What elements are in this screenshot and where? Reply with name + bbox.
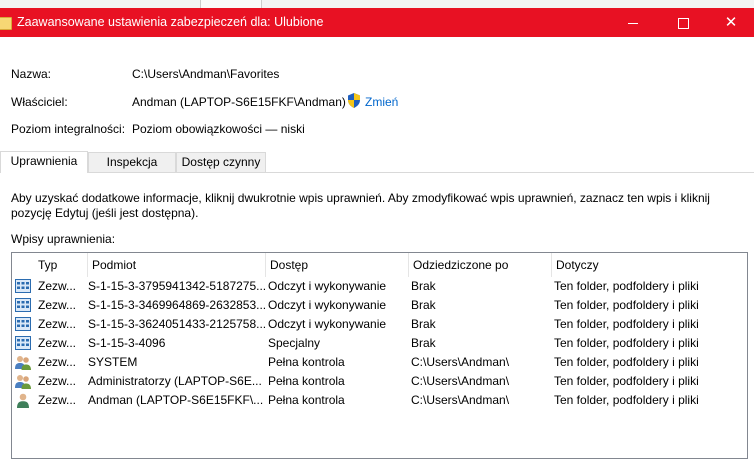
change-owner-link[interactable]: Zmień bbox=[365, 95, 398, 109]
tabs-divider bbox=[0, 172, 754, 173]
app-package-icon bbox=[15, 279, 31, 293]
cell-inherited-from: C:\Users\Andman\ bbox=[411, 393, 510, 407]
info-text: Aby uzyskać dodatkowe informacje, klikni… bbox=[11, 191, 710, 220]
cell-access: Pełna kontrola bbox=[268, 355, 345, 369]
owner-label: Właściciel: bbox=[11, 95, 68, 109]
cell-principal: Administratorzy (LAPTOP-S6E... bbox=[88, 374, 262, 388]
column-header-access[interactable]: Dostęp bbox=[266, 253, 409, 277]
table-row[interactable]: Zezw... SYSTEM Pełna kontrola C:\Users\A… bbox=[12, 353, 747, 372]
cell-inherited-from: C:\Users\Andman\ bbox=[411, 374, 510, 388]
uac-shield-icon bbox=[348, 93, 360, 108]
integrity-label: Poziom integralności: bbox=[11, 122, 126, 136]
table-row[interactable]: Zezw... S-1-15-3-3795941342-5187275... O… bbox=[12, 277, 747, 296]
tab-auditing[interactable]: Inspekcja bbox=[88, 152, 176, 172]
tab-effective-access[interactable]: Dostęp czynny bbox=[176, 152, 266, 172]
cell-applies-to: Ten folder, podfoldery i pliki bbox=[554, 355, 699, 369]
table-row[interactable]: Zezw... S-1-15-3-3469964869-2632853... O… bbox=[12, 296, 747, 315]
integrity-value: Poziom obowiązkowości — niski bbox=[132, 122, 305, 136]
maximize-icon bbox=[677, 17, 689, 29]
cell-inherited-from: Brak bbox=[411, 279, 436, 293]
background-window-strip bbox=[0, 0, 754, 8]
permission-entries-list[interactable]: Typ Podmiot Dostęp Odziedziczone po Doty… bbox=[11, 252, 748, 459]
minimize-icon bbox=[628, 22, 638, 24]
cell-applies-to: Ten folder, podfoldery i pliki bbox=[554, 298, 699, 312]
cell-applies-to: Ten folder, podfoldery i pliki bbox=[554, 279, 699, 293]
cell-type: Zezw... bbox=[38, 298, 77, 312]
cell-principal: S-1-15-3-4096 bbox=[88, 336, 166, 350]
table-row[interactable]: Zezw... S-1-15-3-4096 Specjalny Brak Ten… bbox=[12, 334, 747, 353]
column-header-inherited-from[interactable]: Odziedziczone po bbox=[409, 253, 552, 277]
minimize-button[interactable] bbox=[610, 8, 656, 37]
column-header-principal[interactable]: Podmiot bbox=[88, 253, 266, 277]
cell-access: Odczyt i wykonywanie bbox=[268, 279, 387, 293]
cell-applies-to: Ten folder, podfoldery i pliki bbox=[554, 336, 699, 350]
cell-applies-to: Ten folder, podfoldery i pliki bbox=[554, 393, 699, 407]
cell-principal: S-1-15-3-3624051433-2125758... bbox=[88, 317, 266, 331]
cell-principal: Andman (LAPTOP-S6E15FKF\... bbox=[88, 393, 264, 407]
cell-principal: SYSTEM bbox=[88, 355, 138, 369]
cell-principal: S-1-15-3-3469964869-2632853... bbox=[88, 298, 266, 312]
cell-access: Odczyt i wykonywanie bbox=[268, 317, 387, 331]
name-value: C:\Users\Andman\Favorites bbox=[132, 67, 280, 81]
title-bar[interactable]: Zaawansowane ustawienia zabezpieczeń dla… bbox=[0, 8, 754, 37]
cell-access: Pełna kontrola bbox=[268, 374, 345, 388]
table-row[interactable]: Zezw... S-1-15-3-3624051433-2125758... O… bbox=[12, 315, 747, 334]
user-icon bbox=[17, 393, 29, 408]
cell-access: Pełna kontrola bbox=[268, 393, 345, 407]
table-row[interactable]: Zezw... Andman (LAPTOP-S6E15FKF\... Pełn… bbox=[12, 391, 747, 410]
close-icon: ✕ bbox=[724, 14, 738, 31]
cell-principal: S-1-15-3-3795941342-5187275... bbox=[88, 279, 266, 293]
table-row[interactable]: Zezw... Administratorzy (LAPTOP-S6E... P… bbox=[12, 372, 747, 391]
folder-icon bbox=[0, 17, 12, 30]
name-label: Nazwa: bbox=[11, 67, 52, 81]
cell-applies-to: Ten folder, podfoldery i pliki bbox=[554, 374, 699, 388]
owner-value: Andman (LAPTOP-S6E15FKF\Andman) bbox=[132, 95, 346, 109]
background-tab bbox=[200, 0, 262, 8]
cell-inherited-from: Brak bbox=[411, 317, 436, 331]
cell-applies-to: Ten folder, podfoldery i pliki bbox=[554, 317, 699, 331]
cell-type: Zezw... bbox=[38, 279, 77, 293]
cell-access: Specjalny bbox=[268, 336, 321, 350]
cell-inherited-from: Brak bbox=[411, 298, 436, 312]
permission-entries-label: Wpisy uprawnienia: bbox=[11, 232, 116, 246]
users-group-icon bbox=[15, 356, 31, 370]
cell-type: Zezw... bbox=[38, 374, 77, 388]
cell-inherited-from: C:\Users\Andman\ bbox=[411, 355, 510, 369]
column-header-applies-to[interactable]: Dotyczy bbox=[552, 253, 747, 277]
tab-permissions[interactable]: Uprawnienia bbox=[0, 151, 88, 173]
users-group-icon bbox=[15, 375, 31, 389]
cell-type: Zezw... bbox=[38, 336, 77, 350]
cell-type: Zezw... bbox=[38, 355, 77, 369]
cell-access: Odczyt i wykonywanie bbox=[268, 298, 387, 312]
maximize-button[interactable] bbox=[660, 8, 706, 37]
app-package-icon bbox=[15, 336, 31, 350]
cell-inherited-from: Brak bbox=[411, 336, 436, 350]
app-package-icon bbox=[15, 317, 31, 331]
cell-type: Zezw... bbox=[38, 393, 77, 407]
column-header-type[interactable]: Typ bbox=[34, 253, 88, 277]
window-title: Zaawansowane ustawienia zabezpieczeń dla… bbox=[17, 15, 324, 29]
cell-type: Zezw... bbox=[38, 317, 77, 331]
app-package-icon bbox=[15, 298, 31, 312]
close-button[interactable]: ✕ bbox=[708, 8, 754, 37]
